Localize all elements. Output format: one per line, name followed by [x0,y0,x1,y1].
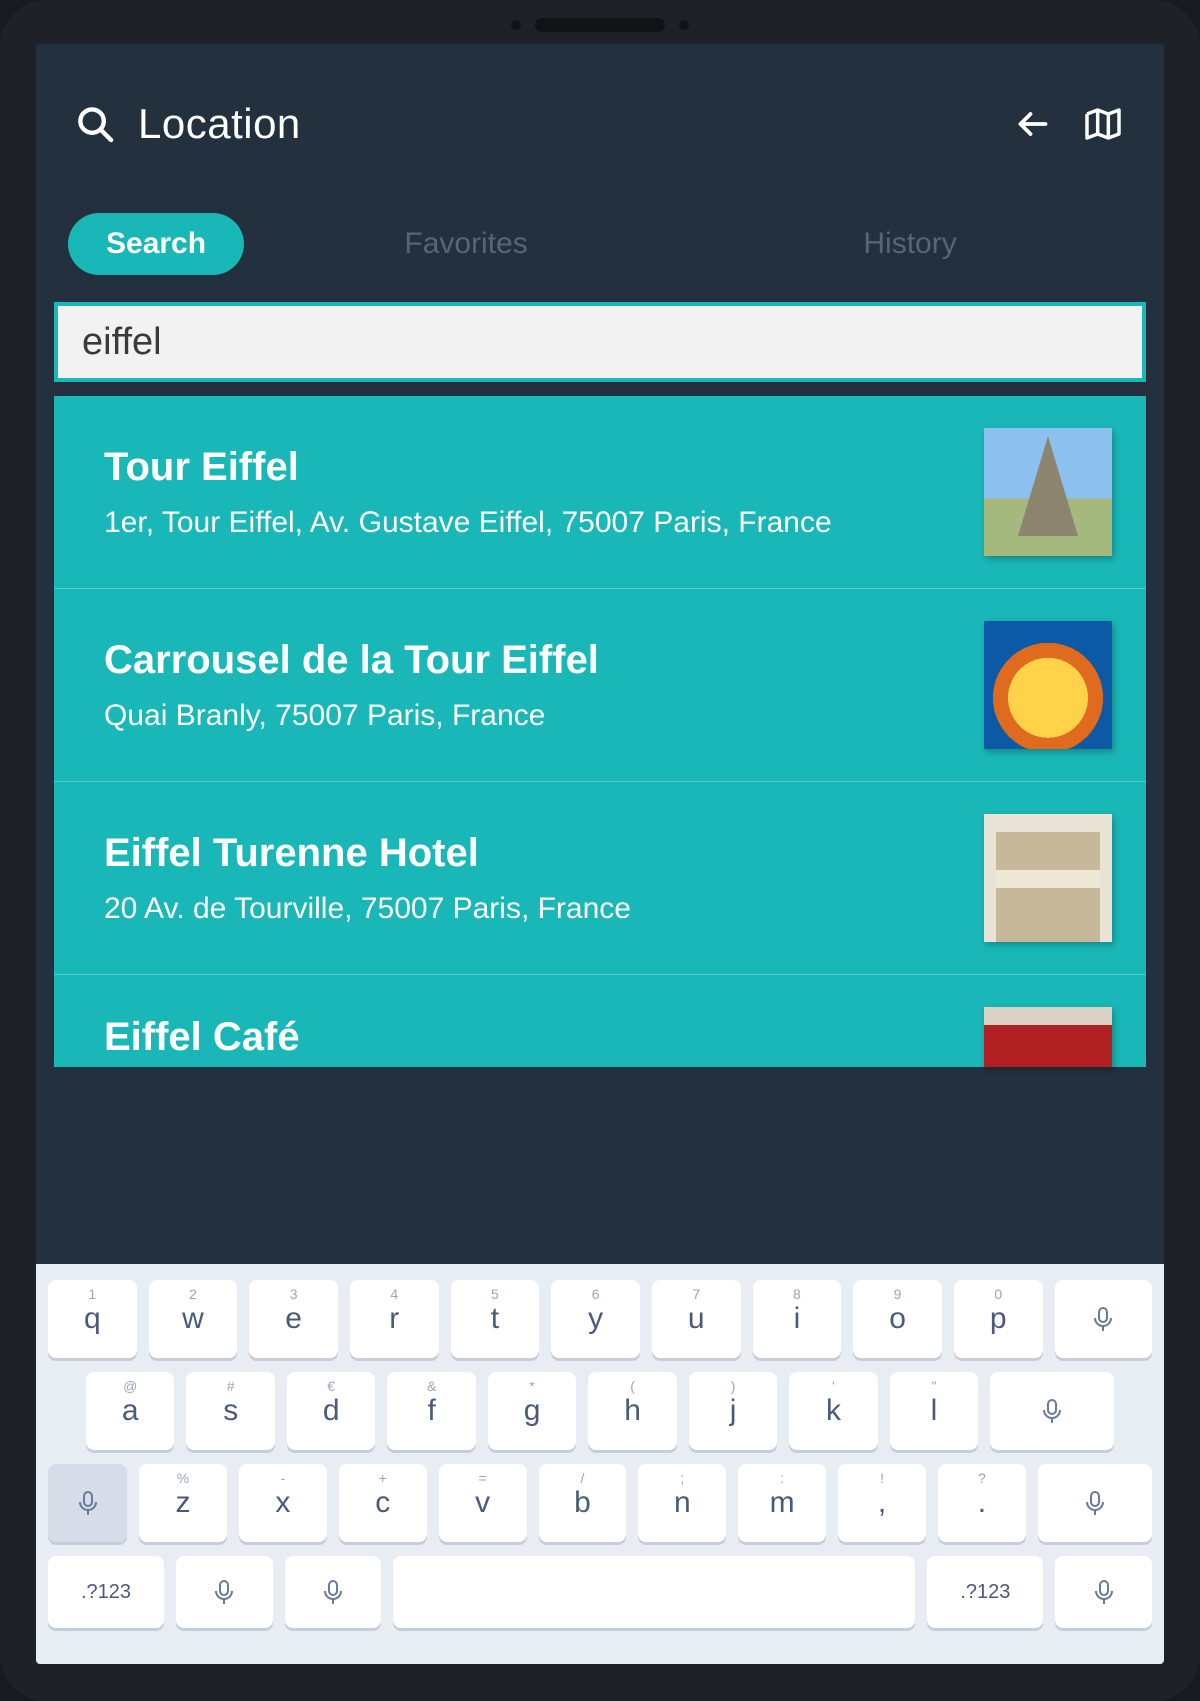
result-title: Eiffel Café [104,1015,300,1060]
result-thumbnail [984,621,1112,749]
tab-favorites[interactable]: Favorites [244,227,688,261]
keyboard-key-mic[interactable] [990,1372,1114,1450]
keyboard-key-i[interactable]: 8i [753,1280,842,1358]
result-thumbnail [984,1007,1112,1067]
keyboard-key-mic[interactable] [285,1556,382,1628]
tab-history[interactable]: History [688,227,1132,261]
keyboard-key-r[interactable]: 4r [350,1280,439,1358]
keyboard-key-mic[interactable] [1055,1556,1152,1628]
keyboard-key-h[interactable]: (h [588,1372,676,1450]
tab-search[interactable]: Search [68,213,244,275]
keyboard-key-k[interactable]: 'k [789,1372,877,1450]
keyboard-key-space[interactable] [393,1556,915,1628]
keyboard-key-e[interactable]: 3e [249,1280,338,1358]
keyboard-key-d[interactable]: €d [287,1372,375,1450]
result-title: Tour Eiffel [104,445,832,490]
page-title: Location [138,100,301,148]
virtual-keyboard: 1q2w3e4r5t6y7u8i9o0p @a#s€d&f*g(h)j'k"l … [36,1264,1164,1664]
keyboard-key-mic[interactable] [1055,1280,1153,1358]
keyboard-key-mic[interactable] [176,1556,273,1628]
keyboard-key-o[interactable]: 9o [853,1280,942,1358]
result-title: Eiffel Turenne Hotel [104,831,631,876]
keyboard-key-symbols[interactable]: .?123 [48,1556,164,1628]
device-notch [511,18,689,32]
search-icon[interactable] [76,105,114,143]
keyboard-key-c[interactable]: +c [339,1464,427,1542]
keyboard-key-mic[interactable] [48,1464,127,1542]
keyboard-key-g[interactable]: *g [488,1372,576,1450]
app-screen: Location Search Favorites History Tour E… [36,44,1164,1664]
result-address: 20 Av. de Tourville, 75007 Paris, France [104,892,631,926]
keyboard-key-s[interactable]: #s [186,1372,274,1450]
tablet-frame: Location Search Favorites History Tour E… [0,0,1200,1701]
keyboard-key-q[interactable]: 1q [48,1280,137,1358]
keyboard-key-t[interactable]: 5t [451,1280,540,1358]
keyboard-key-v[interactable]: =v [439,1464,527,1542]
result-item[interactable]: Eiffel Café [54,975,1146,1067]
keyboard-key-u[interactable]: 7u [652,1280,741,1358]
keyboard-key-l[interactable]: "l [890,1372,978,1450]
keyboard-key-symbols[interactable]: .?123 [927,1556,1043,1628]
keyboard-key-z[interactable]: %z [139,1464,227,1542]
result-address: 1er, Tour Eiffel, Av. Gustave Eiffel, 75… [104,506,832,540]
map-icon[interactable] [1082,106,1124,142]
keyboard-key-a[interactable]: @a [86,1372,174,1450]
back-icon[interactable] [1012,109,1054,139]
result-address: Quai Branly, 75007 Paris, France [104,699,599,733]
search-input[interactable] [54,302,1146,382]
keyboard-key-b[interactable]: /b [539,1464,627,1542]
header-bar: Location [36,44,1164,204]
result-thumbnail [984,428,1112,556]
result-thumbnail [984,814,1112,942]
keyboard-key-,[interactable]: !, [838,1464,926,1542]
keyboard-key-m[interactable]: :m [738,1464,826,1542]
keyboard-key-.[interactable]: ?. [938,1464,1026,1542]
keyboard-key-j[interactable]: )j [689,1372,777,1450]
keyboard-key-n[interactable]: ;n [638,1464,726,1542]
keyboard-key-y[interactable]: 6y [551,1280,640,1358]
result-item[interactable]: Eiffel Turenne Hotel 20 Av. de Tourville,… [54,782,1146,975]
keyboard-key-f[interactable]: &f [387,1372,475,1450]
keyboard-key-x[interactable]: -x [239,1464,327,1542]
keyboard-key-w[interactable]: 2w [149,1280,238,1358]
result-item[interactable]: Carrousel de la Tour Eiffel Quai Branly, … [54,589,1146,782]
keyboard-key-mic[interactable] [1038,1464,1152,1542]
result-title: Carrousel de la Tour Eiffel [104,638,599,683]
tabs-row: Search Favorites History [36,204,1164,284]
keyboard-key-p[interactable]: 0p [954,1280,1043,1358]
results-list: Tour Eiffel 1er, Tour Eiffel, Av. Gustave… [54,396,1146,1067]
result-item[interactable]: Tour Eiffel 1er, Tour Eiffel, Av. Gustave… [54,396,1146,589]
